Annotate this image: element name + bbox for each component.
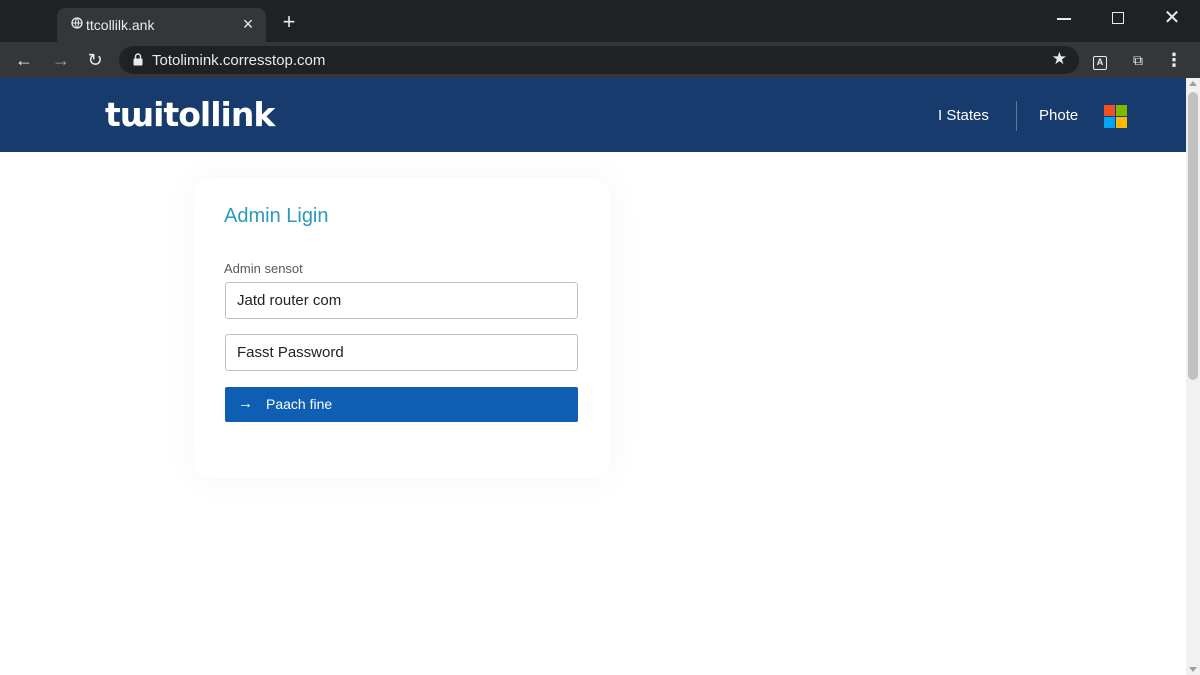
minimize-button[interactable] xyxy=(1051,8,1077,28)
login-submit-button[interactable]: → Paach fine xyxy=(225,387,578,422)
back-button[interactable]: ← xyxy=(13,49,35,71)
kebab-menu-icon[interactable]: ⋮ xyxy=(1164,50,1184,70)
field-label: Admin sensot xyxy=(224,261,303,276)
new-tab-button[interactable]: + xyxy=(278,11,300,33)
submit-label: Paach fine xyxy=(266,396,333,412)
scroll-down-arrow-icon[interactable] xyxy=(1189,667,1197,672)
window-close-button[interactable]: ✕ xyxy=(1159,8,1185,28)
arrow-right-icon: → xyxy=(238,395,253,412)
nav-link-photo[interactable]: Phote xyxy=(1039,107,1078,124)
nav-divider xyxy=(1016,101,1017,131)
extension-glyph: A xyxy=(1093,56,1107,70)
login-title: Admin Ligin xyxy=(224,205,329,227)
minimize-icon xyxy=(1057,18,1071,20)
lock-icon xyxy=(133,53,143,66)
address-bar[interactable]: Totolimink.corresstop.com ★ xyxy=(119,46,1079,74)
windows-logo-icon[interactable] xyxy=(1104,105,1127,128)
scroll-thumb[interactable] xyxy=(1188,92,1198,380)
username-field[interactable]: Jatd router com xyxy=(225,282,578,319)
reload-button[interactable]: ↻ xyxy=(84,49,106,71)
scroll-up-arrow-icon[interactable] xyxy=(1189,81,1197,86)
tab-title: ttcollilk.ank xyxy=(86,17,155,33)
globe-icon xyxy=(71,17,83,32)
url-text: Totolimink.corresstop.com xyxy=(152,52,326,69)
forward-button[interactable]: → xyxy=(50,49,72,71)
site-logo[interactable]: tɯitollink xyxy=(105,95,275,134)
browser-toolbar: ← → ↻ Totolimink.corresstop.com ★ A ⧉ ⋮ xyxy=(0,42,1200,78)
browser-titlebar: ttcollilk.ank × + ✕ xyxy=(0,0,1200,42)
password-field[interactable]: Fasst Password xyxy=(225,334,578,371)
browser-tab[interactable]: ttcollilk.ank × xyxy=(57,8,266,42)
bookmark-star-icon[interactable]: ★ xyxy=(1052,49,1067,69)
puzzle-icon[interactable]: ⧉ xyxy=(1128,50,1148,70)
tab-close-icon[interactable]: × xyxy=(238,14,258,34)
maximize-button[interactable] xyxy=(1105,8,1131,28)
nav-link-states[interactable]: I States xyxy=(938,107,989,124)
extension-icon[interactable]: A xyxy=(1090,50,1110,70)
maximize-icon xyxy=(1112,12,1124,24)
site-header: tɯitollink I States Phote xyxy=(0,78,1186,152)
vertical-scrollbar[interactable] xyxy=(1186,78,1200,675)
